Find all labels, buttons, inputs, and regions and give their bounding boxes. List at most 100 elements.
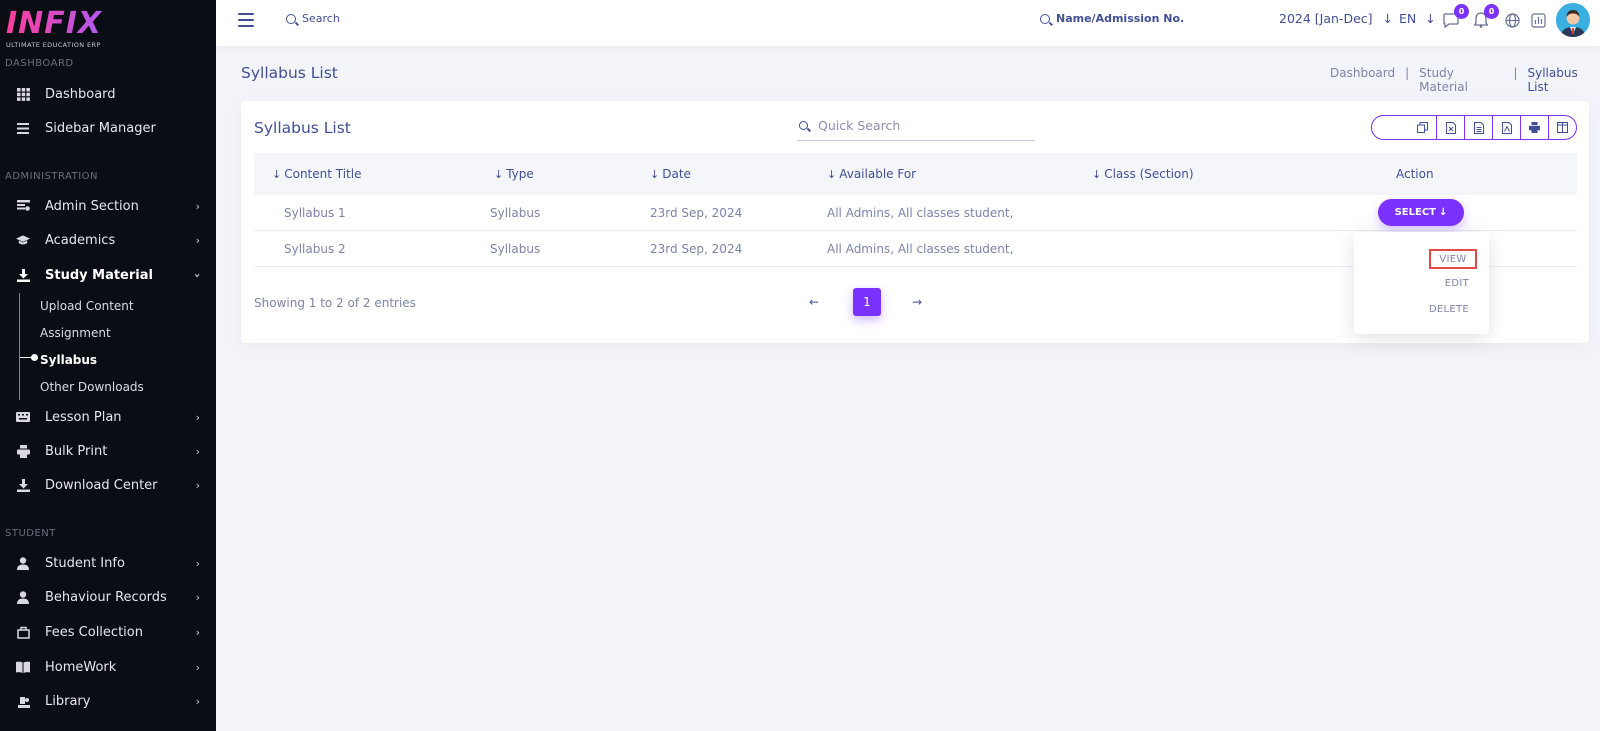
academic-year-select[interactable]: 2024 [Jan-Dec] ↓ [1279, 11, 1393, 26]
user-icon [16, 556, 30, 570]
global-search[interactable]: Search [286, 12, 340, 25]
copy-button[interactable] [1408, 116, 1436, 139]
sidebar-item-behaviour-records[interactable]: Behaviour Records › [0, 582, 216, 612]
chevron-down-icon: › [191, 273, 205, 278]
header-type[interactable]: ↓ Type [494, 167, 534, 181]
breadcrumb-dashboard[interactable]: Dashboard [1330, 66, 1395, 94]
quick-search-input[interactable]: Quick Search [797, 111, 1034, 141]
printer-icon [16, 444, 30, 458]
sidebar-subitem-assignment[interactable]: Assignment [40, 326, 111, 340]
breadcrumb-separator: | [1405, 66, 1410, 80]
sidebar-subitem-syllabus[interactable]: Syllabus [40, 353, 97, 367]
sidebar-item-academics[interactable]: Academics › [0, 225, 216, 255]
notifications-button[interactable]: 0 [1472, 4, 1499, 29]
menu-toggle-icon[interactable] [238, 13, 254, 27]
header-label: Content Title [284, 167, 362, 181]
chevron-right-icon: › [195, 661, 200, 674]
next-page-button[interactable]: → [903, 288, 931, 316]
sidebar-item-label: Dashboard [45, 86, 116, 102]
sidebar-subitem-other-downloads[interactable]: Other Downloads [40, 380, 144, 394]
reports-button[interactable] [1529, 11, 1547, 29]
sidebar-item-admin-section[interactable]: Admin Section › [0, 191, 216, 221]
prev-page-button[interactable]: ← [800, 288, 828, 316]
header-class-section[interactable]: ↓ Class (Section) [1092, 167, 1194, 181]
print-button[interactable] [1520, 116, 1548, 139]
sidebar-group-dashboard: DASHBOARD [5, 58, 74, 69]
quick-search-placeholder: Quick Search [818, 118, 901, 133]
sidebar: INFIX ULTIMATE EDUCATION ERP DASHBOARD D… [0, 0, 216, 731]
messages-button[interactable]: 0 [1442, 4, 1469, 29]
header-date[interactable]: ↓ Date [650, 167, 691, 181]
sidebar-subitem-upload-content[interactable]: Upload Content [40, 299, 134, 313]
dropdown-view-item[interactable]: VIEW [1429, 249, 1477, 269]
student-search[interactable]: Name/Admission No. [1040, 12, 1184, 25]
library-icon [16, 694, 30, 708]
cell-available-for: All Admins, All classes student, [827, 206, 1014, 220]
dropdown-delete-item[interactable]: DELETE [1429, 304, 1469, 315]
header-available-for[interactable]: ↓ Available For [827, 167, 916, 181]
breadcrumb-study-material[interactable]: Study Material [1419, 66, 1503, 94]
csv-button[interactable] [1464, 116, 1492, 139]
website-button[interactable] [1503, 11, 1521, 29]
academic-year-value: 2024 [Jan-Dec] [1279, 11, 1373, 26]
sidebar-item-label: Academics [45, 232, 116, 248]
keyboard-icon [16, 410, 30, 424]
header-content-title[interactable]: ↓ Content Title [272, 167, 361, 181]
sidebar-item-sidebar-manager[interactable]: Sidebar Manager [0, 113, 216, 143]
download-icon [16, 478, 30, 492]
pdf-file-icon [1501, 121, 1512, 134]
globe-icon [1504, 12, 1520, 28]
money-icon [16, 625, 30, 639]
select-action-button[interactable]: SELECT ↓ [1378, 199, 1464, 226]
select-label: SELECT [1394, 207, 1436, 218]
sidebar-item-bulk-print[interactable]: Bulk Print › [0, 436, 216, 466]
sidebar-item-label: HomeWork [45, 659, 117, 675]
graduation-cap-icon [16, 233, 30, 247]
avatar[interactable] [1556, 3, 1590, 37]
sort-arrow-icon: ↓ [494, 167, 504, 181]
dropdown-edit-item[interactable]: EDIT [1445, 278, 1469, 289]
chevron-right-icon: › [195, 479, 200, 492]
sidebar-item-download-center[interactable]: Download Center › [0, 470, 216, 500]
language-select[interactable]: EN ↓ [1399, 11, 1436, 26]
header-label: Class (Section) [1104, 167, 1194, 181]
sidebar-item-student-info[interactable]: Student Info › [0, 548, 216, 578]
page-button-current[interactable]: 1 [853, 288, 881, 316]
arrow-down-icon: ↓ [1439, 207, 1448, 218]
chevron-right-icon: › [195, 445, 200, 458]
logo-tagline: ULTIMATE EDUCATION ERP [6, 41, 101, 49]
breadcrumb-separator: | [1513, 66, 1518, 80]
sidebar-item-fees-collection[interactable]: Fees Collection › [0, 617, 216, 647]
excel-button[interactable] [1436, 116, 1464, 139]
cell-type: Syllabus [490, 206, 541, 220]
header-label: Action [1396, 167, 1434, 181]
sidebar-item-dashboard[interactable]: Dashboard [0, 79, 216, 109]
chevron-right-icon: › [195, 557, 200, 570]
sidebar-item-library[interactable]: Library › [0, 686, 216, 716]
notifications-badge: 0 [1484, 4, 1499, 19]
cell-title: Syllabus 2 [284, 242, 346, 256]
search-icon [799, 121, 808, 130]
sort-arrow-icon: ↓ [1092, 167, 1102, 181]
breadcrumb-current: Syllabus List [1527, 66, 1578, 94]
user-icon [16, 590, 30, 604]
brand-logo[interactable]: INFIX ULTIMATE EDUCATION ERP [0, 0, 216, 56]
sort-arrow-icon: ↓ [272, 167, 282, 181]
chevron-right-icon: › [195, 591, 200, 604]
pdf-button[interactable] [1492, 116, 1520, 139]
excel-file-icon [1445, 121, 1456, 134]
column-visibility-button[interactable] [1548, 116, 1576, 139]
breadcrumb: Dashboard | Study Material | Syllabus Li… [1330, 66, 1600, 94]
bars-icon [16, 121, 30, 135]
sidebar-item-study-material[interactable]: Study Material › [0, 260, 216, 290]
chart-icon [1530, 12, 1546, 28]
sidebar-item-label: Study Material [45, 267, 153, 283]
sidebar-item-lesson-plan[interactable]: Lesson Plan › [0, 402, 216, 432]
cell-available-for: All Admins, All classes student, [827, 242, 1014, 256]
csv-file-icon [1473, 121, 1484, 134]
sidebar-item-label: Library [45, 693, 91, 709]
download-icon [16, 268, 30, 282]
sidebar-item-label: Lesson Plan [45, 409, 122, 425]
global-search-label: Search [302, 12, 340, 25]
sidebar-item-homework[interactable]: HomeWork › [0, 652, 216, 682]
